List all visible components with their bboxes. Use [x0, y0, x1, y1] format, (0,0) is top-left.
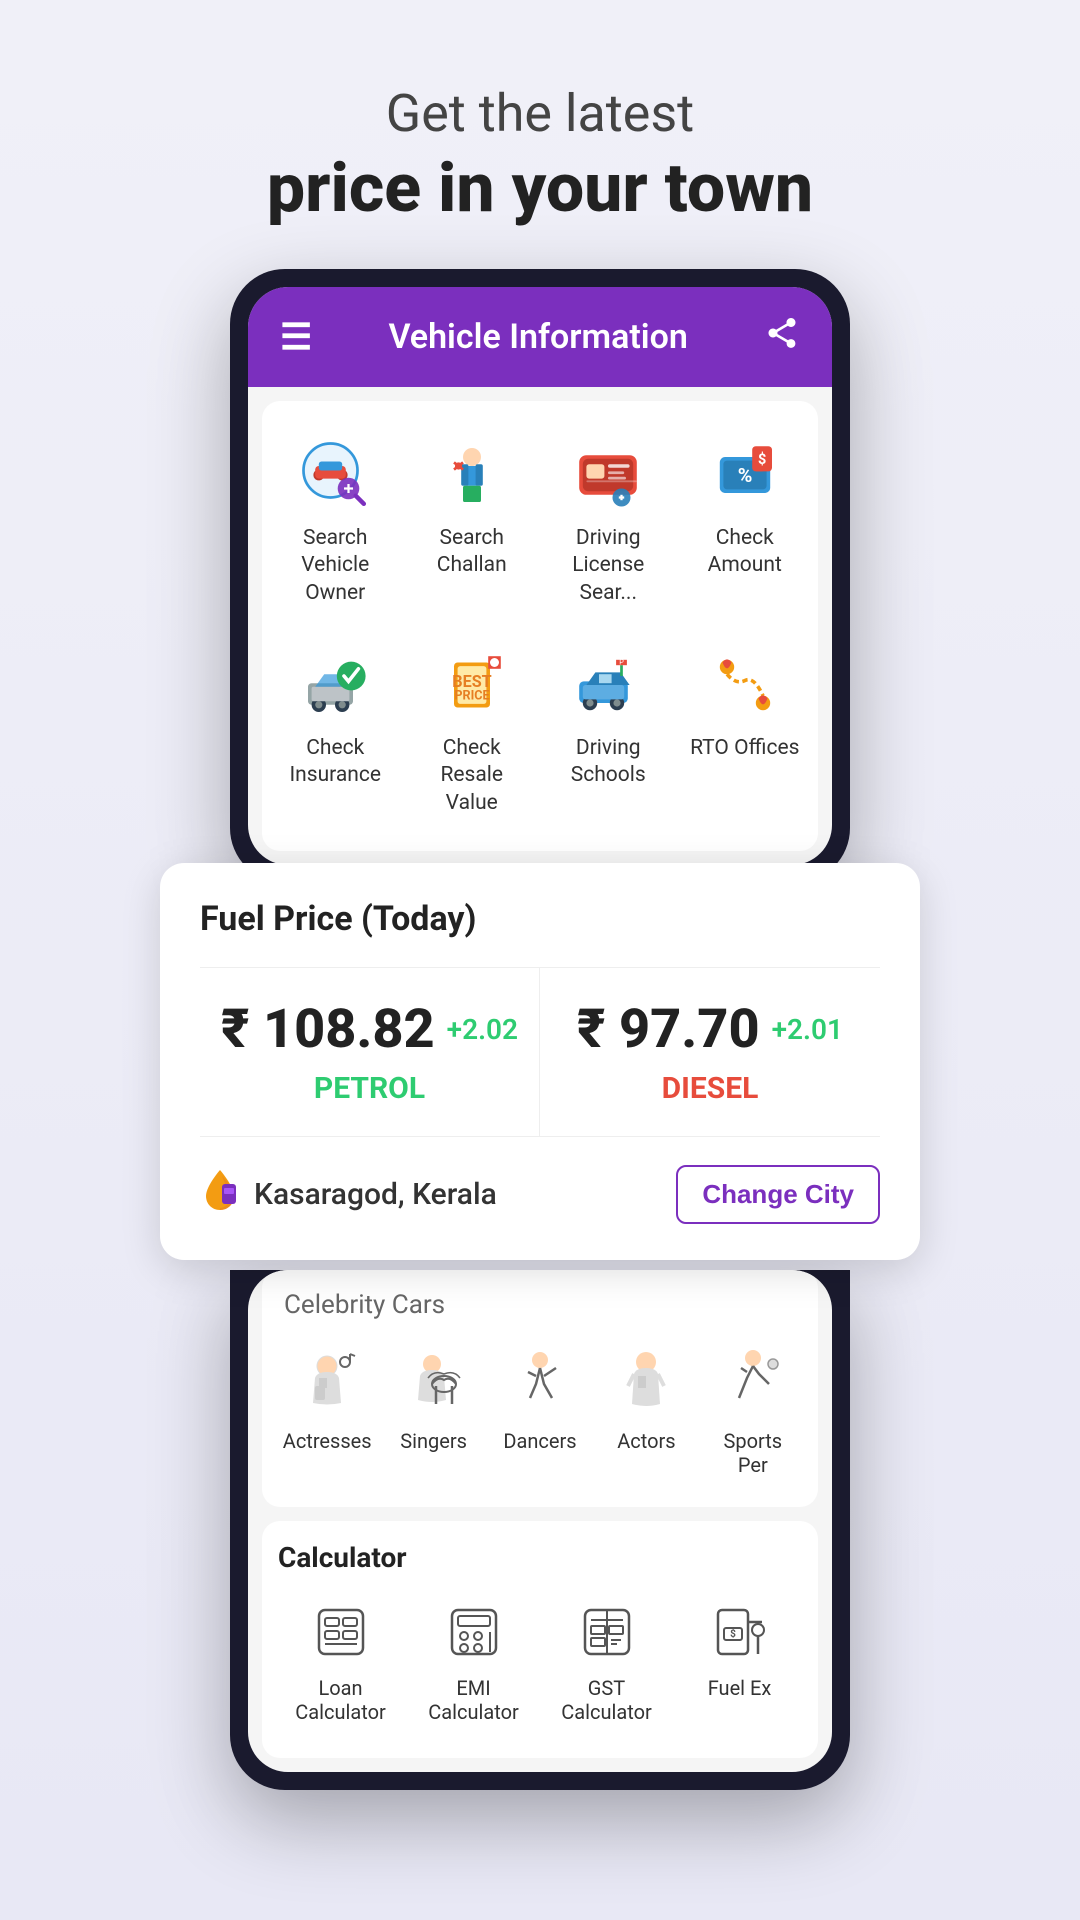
- gst-calc-icon: [581, 1606, 633, 1668]
- actresses-icon: [297, 1348, 357, 1421]
- vehicle-grid: Search VehicleOwner: [272, 421, 808, 831]
- gst-calc-label: GST Calculator: [550, 1676, 663, 1724]
- diesel-change: +2.01: [772, 1013, 843, 1046]
- driving-license-icon: [568, 435, 648, 515]
- actors-label: Actors: [617, 1429, 675, 1453]
- search-vehicle-icon: [295, 435, 375, 515]
- celebrity-item-singers[interactable]: Singers: [384, 1338, 482, 1487]
- dancers-label: Dancers: [503, 1429, 576, 1453]
- vehicle-grid-section: Search VehicleOwner: [262, 401, 818, 851]
- fuel-calc-icon: $: [714, 1606, 766, 1668]
- phone-mockup: ☰ Vehicle Information: [230, 269, 850, 883]
- city-info: Kasaragod, Kerala: [200, 1166, 497, 1223]
- calc-item-gst[interactable]: GST Calculator: [544, 1592, 669, 1738]
- app-bar: ☰ Vehicle Information: [248, 287, 832, 387]
- petrol-change: +2.02: [447, 1013, 518, 1046]
- singers-icon: [404, 1348, 464, 1421]
- grid-item-driving-license[interactable]: DrivingLicense Sear...: [545, 421, 672, 621]
- svg-text:$: $: [730, 1627, 736, 1640]
- change-city-button[interactable]: Change City: [676, 1165, 880, 1224]
- share-icon[interactable]: [764, 315, 800, 359]
- fuel-prices: ₹ 108.82 +2.02 PETROL ₹ 97.70 +2.01 DIES…: [200, 967, 880, 1137]
- phone-screen: ☰ Vehicle Information: [248, 287, 832, 865]
- check-insurance-icon: [295, 645, 375, 725]
- svg-text:$: $: [758, 451, 766, 468]
- loan-calc-icon: [315, 1606, 367, 1668]
- city-name: Kasaragod, Kerala: [254, 1177, 497, 1212]
- driving-schools-icon: P: [568, 645, 648, 725]
- header-title: price in your town: [267, 148, 813, 230]
- grid-item-driving-schools[interactable]: P DrivingSchools: [545, 631, 672, 831]
- grid-item-search-challan[interactable]: SearchChallan: [409, 421, 536, 621]
- phone-screen-bottom: Celebrity Cars: [248, 1270, 832, 1772]
- menu-icon[interactable]: ☰: [280, 316, 312, 358]
- phone-mockup-bottom: Celebrity Cars: [230, 1270, 850, 1790]
- search-challan-icon: [432, 435, 512, 515]
- grid-item-check-insurance[interactable]: CheckInsurance: [272, 631, 399, 831]
- grid-item-search-vehicle-owner[interactable]: Search VehicleOwner: [272, 421, 399, 621]
- celebrity-item-sports[interactable]: Sports Per: [704, 1338, 802, 1487]
- actors-icon: [616, 1348, 676, 1421]
- calc-item-fuel[interactable]: $ Fuel Ex: [677, 1592, 802, 1738]
- emi-calc-label: EMI Calculator: [417, 1676, 530, 1724]
- celebrity-grid: Actresses: [278, 1338, 802, 1487]
- calculator-title: Calculator: [278, 1541, 802, 1574]
- diesel-label: DIESEL: [560, 1071, 860, 1106]
- rto-offices-icon: [705, 645, 785, 725]
- svg-text:%: %: [737, 464, 752, 487]
- calc-item-loan[interactable]: Loan Calculator: [278, 1592, 403, 1738]
- singers-label: Singers: [400, 1429, 467, 1453]
- search-vehicle-label: Search VehicleOwner: [278, 525, 393, 607]
- fuel-card: Fuel Price (Today) ₹ 108.82 +2.02 PETROL…: [160, 863, 920, 1260]
- diesel-price-row: ₹ 97.70 +2.01: [560, 998, 860, 1061]
- app-bar-title: Vehicle Information: [388, 317, 687, 357]
- diesel-price-item: ₹ 97.70 +2.01 DIESEL: [540, 968, 880, 1136]
- page-header: Get the latest price in your town: [207, 0, 873, 269]
- petrol-price-item: ₹ 108.82 +2.02 PETROL: [200, 968, 540, 1136]
- dancers-icon: [510, 1348, 570, 1421]
- driving-license-label: DrivingLicense Sear...: [551, 525, 666, 607]
- celebrity-item-actresses[interactable]: Actresses: [278, 1338, 376, 1487]
- sports-icon: [723, 1348, 783, 1421]
- city-row: Kasaragod, Kerala Change City: [200, 1165, 880, 1224]
- celebrity-item-dancers[interactable]: Dancers: [491, 1338, 589, 1487]
- emi-calc-icon: [448, 1606, 500, 1668]
- phone-container: ☰ Vehicle Information: [0, 269, 1080, 1770]
- check-amount-label: CheckAmount: [708, 525, 782, 580]
- check-insurance-label: CheckInsurance: [289, 735, 381, 790]
- grid-item-check-amount[interactable]: % $ CheckAmount: [682, 421, 809, 621]
- check-resale-label: Check ResaleValue: [415, 735, 530, 817]
- check-resale-icon: BEST PRICE: [432, 645, 512, 725]
- search-challan-label: SearchChallan: [437, 525, 507, 580]
- svg-text:PRICE: PRICE: [454, 688, 489, 703]
- header-subtitle: Get the latest: [267, 80, 813, 148]
- rto-offices-label: RTO Offices: [690, 735, 799, 762]
- fuel-ex-label: Fuel Ex: [708, 1676, 772, 1700]
- petrol-label: PETROL: [220, 1071, 519, 1106]
- calculator-section: Calculator: [262, 1521, 818, 1758]
- svg-text:P: P: [619, 657, 624, 666]
- celebrity-section: Celebrity Cars: [262, 1270, 818, 1507]
- petrol-price-row: ₹ 108.82 +2.02: [220, 998, 519, 1061]
- celebrity-item-actors[interactable]: Actors: [597, 1338, 695, 1487]
- check-amount-icon: % $: [705, 435, 785, 515]
- fuel-drop-icon: [200, 1166, 240, 1223]
- celebrity-section-label: Celebrity Cars: [278, 1290, 802, 1320]
- grid-item-rto-offices[interactable]: RTO Offices: [682, 631, 809, 831]
- calc-grid: Loan Calculator: [278, 1592, 802, 1738]
- fuel-card-title: Fuel Price (Today): [200, 899, 880, 939]
- petrol-price: ₹ 108.82: [221, 998, 435, 1061]
- diesel-price: ₹ 97.70: [577, 998, 760, 1061]
- actresses-label: Actresses: [283, 1429, 372, 1453]
- driving-schools-label: DrivingSchools: [571, 735, 646, 790]
- loan-calc-label: Loan Calculator: [284, 1676, 397, 1724]
- sports-label: Sports Per: [708, 1429, 798, 1477]
- grid-item-check-resale[interactable]: BEST PRICE Check ResaleValue: [409, 631, 536, 831]
- calc-item-emi[interactable]: EMI Calculator: [411, 1592, 536, 1738]
